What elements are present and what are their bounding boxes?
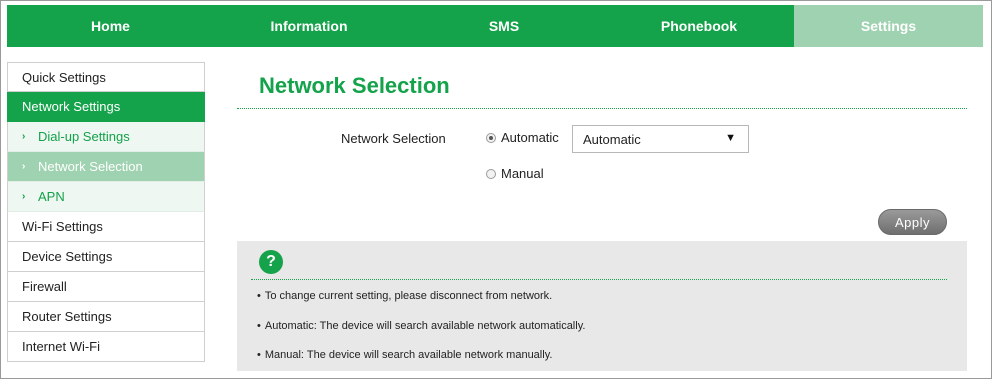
help-line: • To change current setting, please disco… bbox=[257, 290, 552, 302]
sidebar-item-device-settings[interactable]: Device Settings bbox=[7, 242, 205, 272]
tab-settings[interactable]: Settings bbox=[794, 5, 983, 47]
sidebar-item-firewall[interactable]: Firewall bbox=[7, 272, 205, 302]
tab-home[interactable]: Home bbox=[7, 5, 214, 47]
radio-automatic[interactable]: Automatic bbox=[486, 130, 559, 145]
chevron-right-icon: › bbox=[22, 161, 26, 172]
sidebar-item-internet-wifi[interactable]: Internet Wi-Fi bbox=[7, 332, 205, 362]
help-panel: ? • To change current setting, please dis… bbox=[237, 241, 967, 371]
sidebar-subitem-network-selection[interactable]: › Network Selection bbox=[7, 152, 205, 182]
help-divider bbox=[251, 279, 947, 280]
radio-manual[interactable]: Manual bbox=[486, 166, 544, 181]
help-text: To change current setting, please discon… bbox=[264, 290, 553, 302]
page-title: Network Selection bbox=[259, 73, 450, 98]
router-admin-frame: Home Information SMS Phonebook Settings … bbox=[0, 0, 992, 379]
sidebar-subitem-apn[interactable]: › APN bbox=[7, 182, 205, 212]
help-icon[interactable]: ? bbox=[259, 250, 283, 274]
settings-sidebar: Quick Settings Network Settings › Dial-u… bbox=[7, 62, 205, 362]
tab-sms[interactable]: SMS bbox=[404, 5, 604, 47]
radio-dot-selected bbox=[486, 132, 496, 143]
network-selection-label: Network Selection bbox=[341, 131, 446, 146]
apply-button[interactable]: Apply bbox=[878, 209, 947, 235]
sidebar-item-label: Quick Settings bbox=[22, 69, 106, 85]
help-text: Automatic: The device will search availa… bbox=[264, 320, 586, 332]
sidebar-item-label: Device Settings bbox=[22, 249, 113, 264]
tab-phonebook[interactable]: Phonebook bbox=[604, 5, 794, 47]
sidebar-subitem-label: APN bbox=[38, 189, 65, 204]
sidebar-item-label: Wi-Fi Settings bbox=[22, 219, 103, 234]
bullet-icon: • bbox=[257, 320, 261, 332]
sidebar-subitem-dial-up-settings[interactable]: › Dial-up Settings bbox=[7, 122, 205, 152]
radio-dot bbox=[486, 168, 496, 179]
caret-down-icon: ▼ bbox=[725, 132, 736, 144]
top-navigation: Home Information SMS Phonebook Settings bbox=[7, 5, 983, 47]
sidebar-item-router-settings[interactable]: Router Settings bbox=[7, 302, 205, 332]
select-value: Automatic bbox=[583, 131, 641, 147]
help-line: • Automatic: The device will search avail… bbox=[257, 320, 585, 332]
sidebar-item-label: Network Settings bbox=[22, 99, 121, 114]
chevron-right-icon: › bbox=[22, 131, 26, 142]
sidebar-subitem-label: Dial-up Settings bbox=[38, 129, 130, 144]
bullet-icon: • bbox=[257, 349, 261, 361]
sidebar-item-label: Internet Wi-Fi bbox=[22, 339, 101, 354]
bullet-icon: • bbox=[257, 290, 261, 302]
help-text: Manual: The device will search available… bbox=[264, 349, 553, 361]
sidebar-item-wifi-settings[interactable]: Wi-Fi Settings bbox=[7, 212, 205, 242]
network-mode-select[interactable]: Automatic ▼ bbox=[572, 125, 749, 153]
help-line: • Manual: The device will search availabl… bbox=[257, 349, 552, 361]
radio-manual-label: Manual bbox=[501, 166, 544, 181]
radio-automatic-label: Automatic bbox=[501, 130, 559, 145]
sidebar-item-network-settings[interactable]: Network Settings bbox=[7, 92, 205, 122]
sidebar-item-label: Router Settings bbox=[22, 309, 112, 324]
title-divider bbox=[237, 108, 967, 109]
sidebar-item-quick-settings[interactable]: Quick Settings bbox=[7, 62, 205, 92]
tab-information[interactable]: Information bbox=[214, 5, 404, 47]
chevron-right-icon: › bbox=[22, 191, 26, 202]
sidebar-subitem-label: Network Selection bbox=[38, 159, 143, 174]
sidebar-item-label: Firewall bbox=[22, 279, 67, 294]
